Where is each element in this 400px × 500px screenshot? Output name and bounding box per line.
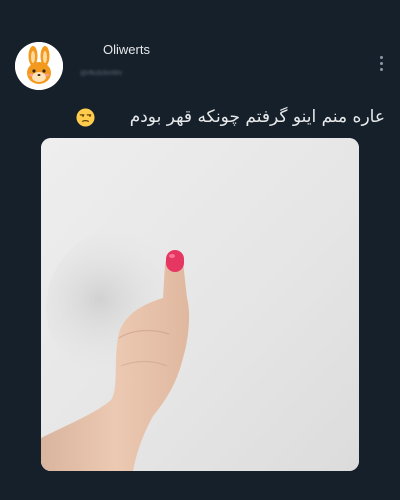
user-handle[interactable]: @rfkzb3mWv bbox=[80, 70, 158, 81]
post-image[interactable] bbox=[41, 138, 359, 471]
avatar[interactable] bbox=[15, 42, 63, 90]
unamused-face-icon bbox=[76, 108, 95, 127]
more-vertical-icon bbox=[379, 55, 383, 59]
display-name[interactable]: Oliwerts bbox=[103, 42, 150, 57]
tweet-post: Oliwerts @rfkzb3mWv عاره منم اینو گرفتم … bbox=[0, 0, 400, 500]
more-options-button[interactable] bbox=[374, 53, 388, 73]
orange-bunny-icon bbox=[15, 42, 63, 90]
hand-thumbs-up-photo bbox=[41, 138, 359, 471]
